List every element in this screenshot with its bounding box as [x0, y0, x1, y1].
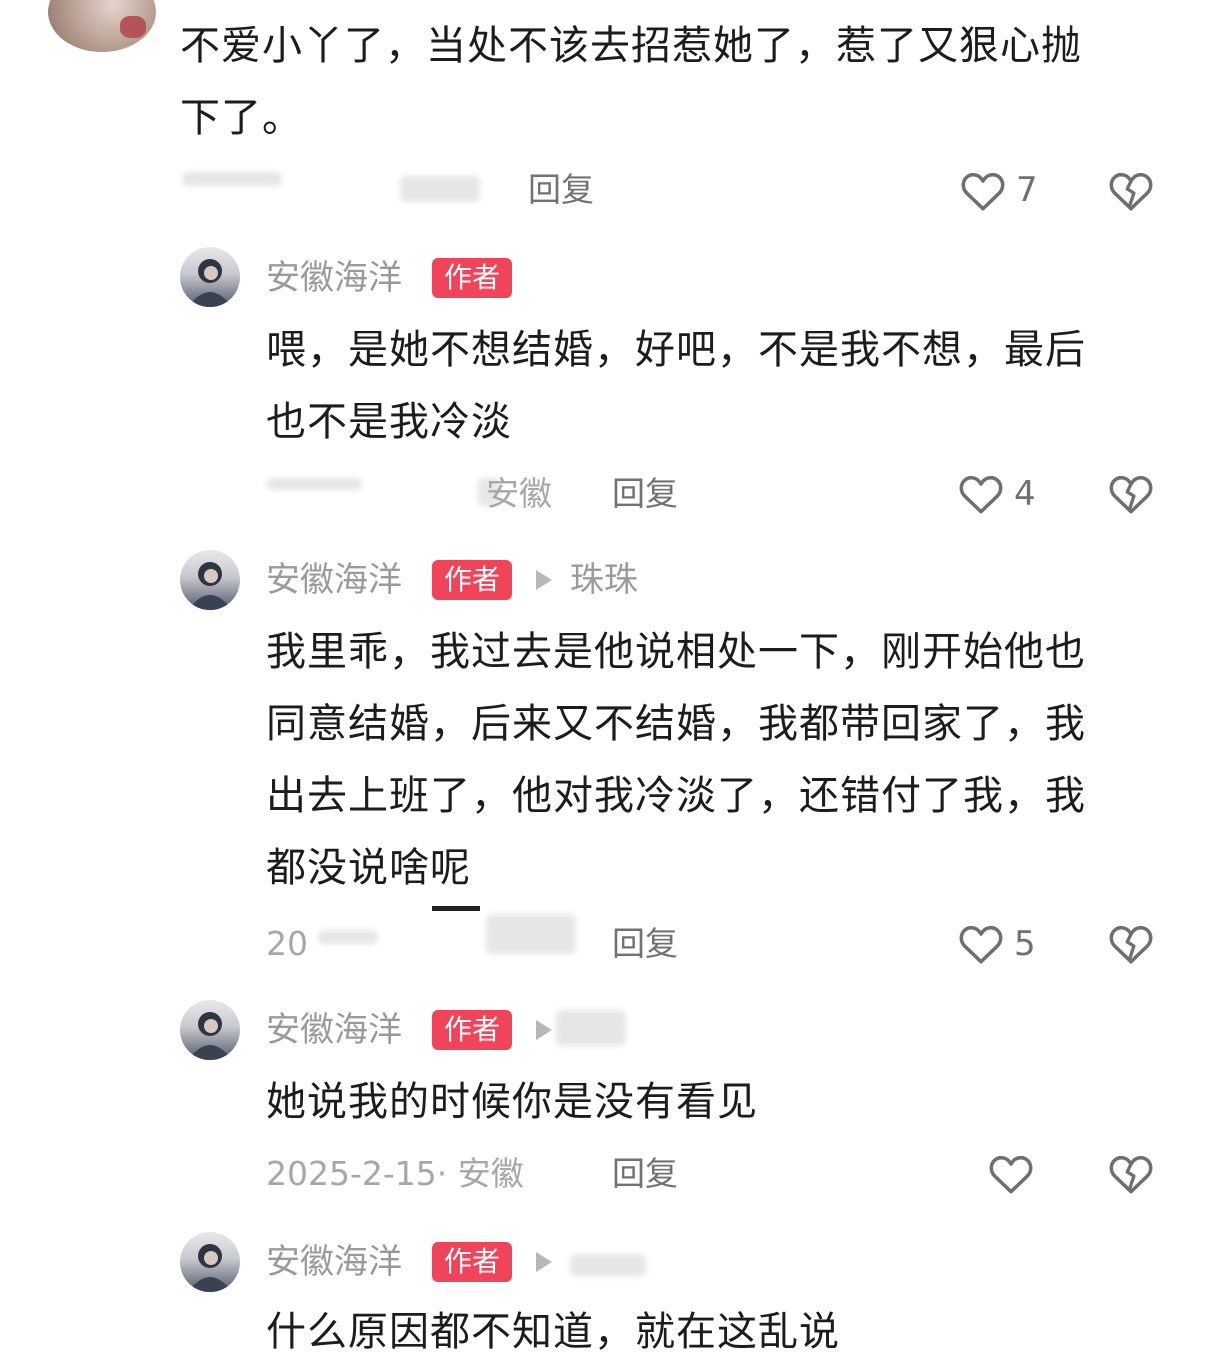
reply-button[interactable]: 回复	[612, 472, 678, 516]
redacted-meta	[432, 906, 480, 911]
author-name[interactable]: 安徽海洋	[266, 256, 402, 300]
author-name[interactable]: 安徽海洋	[266, 558, 402, 602]
reply-button[interactable]: 回复	[612, 1152, 678, 1196]
commenter-avatar[interactable]	[48, 0, 156, 52]
comment-location: 安徽	[486, 474, 552, 513]
comment-text-line: 出去上班了，他对我冷淡了，还错付了我，我	[266, 773, 1086, 819]
author-badge: 作者	[432, 560, 513, 600]
redacted-reply-to-name	[556, 1010, 626, 1046]
comment-text: 她说我的时候你是没有看见	[266, 1066, 1166, 1138]
heart-outline-icon[interactable]	[986, 1149, 1036, 1199]
author-avatar[interactable]	[180, 1000, 240, 1060]
comment-text-line: 同意结婚，后来又不结婚，我都带回家了，我	[266, 701, 1086, 747]
comment-text-line: 不爱小丫了，当处不该去招惹她了，惹了又狠心抛	[180, 23, 1082, 69]
author-badge: 作者	[432, 1010, 513, 1050]
like-count: 5	[1014, 924, 1036, 964]
heart-outline-icon[interactable]	[956, 919, 1006, 969]
reply-arrow-icon	[536, 1252, 552, 1272]
comment-text-line: 我里乖，我过去是他说相处一下，刚开始他也	[266, 629, 1086, 675]
comment-text-line: 下了。	[180, 95, 303, 141]
like-count: 7	[1016, 170, 1038, 210]
author-avatar[interactable]	[180, 1232, 240, 1292]
reply-button[interactable]: 回复	[528, 168, 594, 212]
redacted-meta	[400, 176, 480, 202]
author-avatar[interactable]	[180, 550, 240, 610]
comment-text: 不爱小丫了，当处不该去招惹她了，惹了又狠心抛 下了。	[180, 10, 1180, 154]
comment-text: 喂，是她不想结婚，好吧，不是我不想，最后 也不是我冷淡	[266, 314, 1166, 458]
comment-text: 我里乖，我过去是他说相处一下，刚开始他也 同意结婚，后来又不结婚，我都带回家了，…	[266, 616, 1166, 904]
redacted-meta	[182, 172, 282, 186]
author-badge: 作者	[432, 258, 513, 298]
author-avatar[interactable]	[180, 247, 240, 307]
like-count: 4	[1014, 474, 1036, 514]
comment-date-location: 2025-2-15· 安徽	[266, 1154, 524, 1193]
reply-to-name[interactable]: 珠珠	[570, 558, 638, 602]
redacted-meta	[266, 478, 362, 490]
broken-heart-icon[interactable]	[1106, 166, 1156, 216]
comment-text-line: 什么原因都不知道，就在这乱说	[266, 1309, 840, 1355]
heart-outline-icon[interactable]	[958, 166, 1008, 216]
broken-heart-icon[interactable]	[1106, 469, 1156, 519]
broken-heart-icon[interactable]	[1106, 919, 1156, 969]
author-name[interactable]: 安徽海洋	[266, 1240, 402, 1284]
comment-text-line: 也不是我冷淡	[266, 399, 512, 445]
redacted-meta	[486, 914, 576, 954]
broken-heart-icon[interactable]	[1106, 1149, 1156, 1199]
reply-button[interactable]: 回复	[612, 922, 678, 966]
comment-text-line: 她说我的时候你是没有看见	[266, 1079, 758, 1125]
comment-text-line: 都没说啥呢	[266, 845, 471, 891]
author-badge: 作者	[432, 1242, 513, 1282]
redacted-meta	[318, 930, 378, 944]
redacted-reply-to-name	[570, 1254, 646, 1276]
heart-outline-icon[interactable]	[956, 469, 1006, 519]
comment-text: 什么原因都不知道，就在这乱说	[266, 1296, 1166, 1368]
author-name[interactable]: 安徽海洋	[266, 1008, 402, 1052]
comment-text-line: 喂，是她不想结婚，好吧，不是我不想，最后	[266, 327, 1086, 373]
reply-arrow-icon	[536, 570, 552, 590]
reply-arrow-icon	[536, 1020, 552, 1040]
comment-date: 20	[266, 924, 308, 963]
